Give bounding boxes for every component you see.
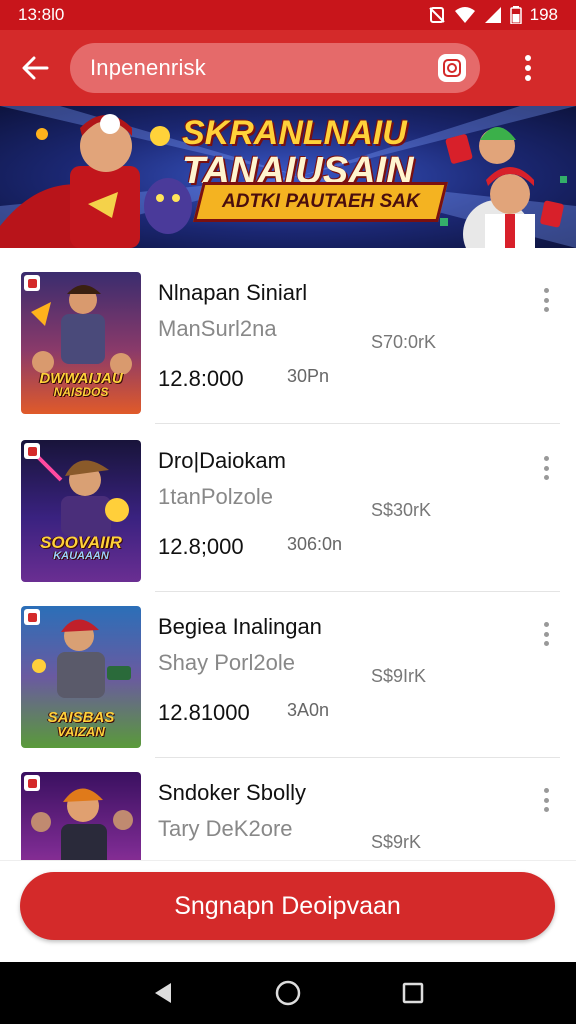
item-more-icon[interactable] [534,620,558,648]
wifi-icon [454,7,475,23]
item-meta-secondary: 30Pn [287,366,330,386]
back-button[interactable] [0,30,70,106]
primary-action-button[interactable]: Sngnapn Deoipvaan [20,872,555,940]
thumb-badge [24,775,40,791]
thumb-logo: SOOVAIIR KAUAAAN [40,533,122,562]
item-title: Begiea Inalingan [158,614,322,639]
item-title: Nlnapan Siniarl [158,280,308,305]
arrow-left-icon [22,56,49,80]
battery-percent: 198 [529,5,558,24]
item-meta: S70:0rK [371,332,437,352]
item-meta: S$30rK [371,500,432,520]
banner-title-line1: SKRANLNAIU [182,114,407,152]
app-bar: Inpenenrisk [0,30,576,106]
item-meta-secondary: 3A0n [287,700,330,720]
status-icons: 198 [428,5,558,25]
list-item[interactable]: SOOVAIIR KAUAAAN Dro|Daiokam 1tanPolzole … [0,426,576,592]
item-thumbnail: DWWAIJAU NAISDOS [21,272,141,414]
status-time: 13:8l0 [18,5,65,24]
item-thumbnail: SAISBAS VAIZAN [21,606,141,748]
banner-ribbon-text: ADTKI PAUTAEH SAK [221,191,420,212]
triangle-back-icon [154,983,171,1003]
item-more-icon[interactable] [534,454,558,482]
item-thumbnail: SOOVAIIR KAUAAAN [21,440,141,582]
item-price: 12.8;000 [158,534,244,559]
item-subtitle: ManSurl2na [158,316,277,341]
item-more-icon[interactable] [534,286,558,314]
overflow-menu-button[interactable] [480,30,576,106]
list-item[interactable]: DWWAIJAU NAISDOS Nlnapan Siniarl ManSurl2… [0,258,576,424]
nav-home-button[interactable] [264,969,312,1017]
item-meta: S$9IrK [371,666,427,686]
item-subtitle: Shay Porl2ole [158,650,295,675]
search-field[interactable]: Inpenenrisk [70,43,480,93]
thumb-logo: SAISBAS VAIZAN [47,709,115,739]
dnd-icon [428,7,445,23]
nav-recents-button[interactable] [389,969,437,1017]
search-input[interactable]: Inpenenrisk [90,55,438,81]
nav-back-button[interactable] [139,969,187,1017]
item-subtitle: Tary DeK2ore [158,816,293,841]
camera-search-icon[interactable] [438,54,466,82]
item-meta-secondary: 306:0n [287,534,343,554]
item-title: Dro|Daiokam [158,448,286,473]
product-list: DWWAIJAU NAISDOS Nlnapan Siniarl ManSurl2… [0,258,576,860]
list-item[interactable]: Sndoker Sbolly Tary DeK2ore S$9rK [0,758,576,860]
item-price: 12.81000 [158,700,250,725]
square-recents-icon [403,982,424,1004]
thumb-badge [24,443,40,459]
signal-icon [484,7,501,23]
promo-banner[interactable]: SKRANLNAIU TANAIUSAIN ADTKI PAUTAEH SAK [0,106,576,248]
bottom-action-area: Sngnapn Deoipvaan [0,860,576,962]
thumb-logo: DWWAIJAU NAISDOS [39,370,123,399]
item-price: 12.8:000 [158,366,244,391]
banner-ribbon: ADTKI PAUTAEH SAK [193,182,448,222]
system-nav-bar [0,962,576,1024]
item-title: Sndoker Sbolly [158,780,306,805]
item-meta: S$9rK [371,832,422,852]
thumb-badge [24,609,40,625]
list-item[interactable]: SAISBAS VAIZAN Begiea Inalingan Shay Porl… [0,592,576,758]
circle-home-icon [275,980,301,1006]
thumb-badge [24,275,40,291]
divider [155,423,560,424]
more-vertical-icon [525,55,531,81]
item-thumbnail [21,772,141,860]
battery-icon [509,6,522,24]
status-bar: 13:8l0 198 [0,0,576,30]
item-more-icon[interactable] [534,786,558,814]
item-subtitle: 1tanPolzole [158,484,273,509]
